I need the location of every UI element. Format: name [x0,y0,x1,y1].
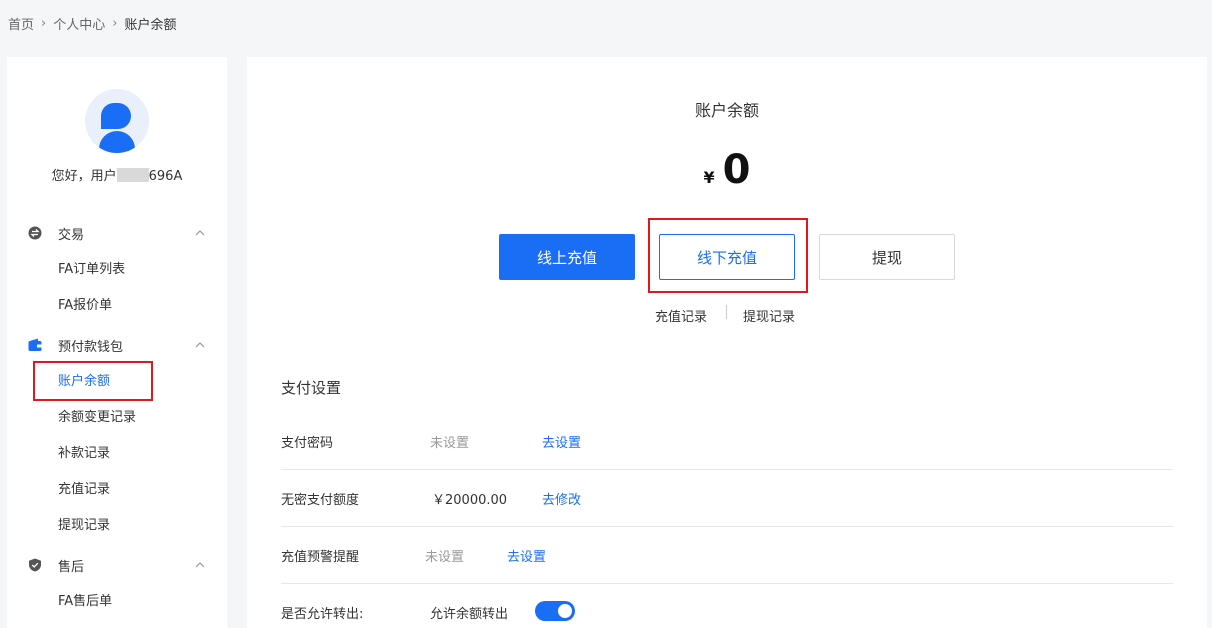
currency-symbol: ¥ [703,168,715,187]
allow-transfer-row: 是否允许转出: 允许余额转出 [281,584,1173,628]
balance-title: 账户余额 [694,101,759,120]
highlight-box-sidebar [33,361,153,401]
sidebar-group-label: 售后 [58,559,85,575]
recharge-records-link[interactable]: 充值记录 [655,306,707,325]
chevron-up-icon[interactable] [195,560,205,570]
balance-value: 0 [722,147,751,193]
breadcrumb: 首页 › 个人中心 › 账户余额 [8,13,176,33]
chevron-up-icon[interactable] [195,340,205,350]
sidebar-item-supplement-records[interactable]: 补款记录 [58,444,110,464]
greeting-suffix: 696A [148,169,183,184]
toggle-knob [558,604,572,618]
sidebar-item-fa-order-list[interactable]: FA订单列表 [58,260,125,280]
withdraw-records-link[interactable]: 提现记录 [743,306,795,325]
row-value: 未设置 [425,550,465,565]
row-label: 支付密码 [281,436,334,451]
passwordless-limit-row: 无密支付额度 ￥20000.00 去修改 [281,470,1173,527]
recharge-alert-row: 充值预警提醒 未设置 去设置 [281,527,1173,584]
avatar-body-shape [99,131,135,153]
row-value: 允许余额转出 [430,607,509,622]
sidebar-item-fa-after-sales[interactable]: FA售后单 [58,592,112,612]
sidebar-item-recharge-records[interactable]: 充值记录 [58,480,110,500]
sidebar-group-after-sales[interactable]: 售后 [7,547,227,583]
breadcrumb-home[interactable]: 首页 [8,14,34,33]
online-recharge-button[interactable]: 线上充值 [499,234,635,280]
payment-password-row: 支付密码 未设置 去设置 [281,413,1173,470]
sidebar-item-withdraw-records[interactable]: 提现记录 [58,516,110,536]
link-divider [726,305,727,319]
wallet-icon [28,338,42,351]
sidebar: 您好，用户 696A 交易 FA订单列表 FA报价单 预付款钱包 账户余额 余额变… [7,57,227,628]
modify-limit-link[interactable]: 去修改 [542,489,581,508]
sidebar-item-balance-change-records[interactable]: 余额变更记录 [58,408,136,428]
breadcrumb-personal-center[interactable]: 个人中心 [53,14,105,33]
breadcrumb-current: 账户余额 [124,17,177,33]
row-label: 无密支付额度 [281,493,360,508]
sidebar-group-label: 预付款钱包 [58,339,124,355]
main-panel: 账户余额 ¥0 线上充值 线下充值 提现 充值记录 提现记录 支付设置 支付密码… [247,57,1207,628]
set-recharge-alert-link[interactable]: 去设置 [507,546,546,565]
allow-transfer-toggle[interactable] [535,601,575,621]
chevron-up-icon[interactable] [195,228,205,238]
avatar[interactable] [85,89,149,153]
sidebar-group-label: 交易 [58,227,85,243]
row-value: 未设置 [430,436,470,451]
row-value: ￥20000.00 [432,493,508,508]
breadcrumb-separator: › [41,15,47,31]
greeting-prefix: 您好，用户 [51,169,117,184]
sidebar-item-fa-quote[interactable]: FA报价单 [58,296,112,316]
set-payment-password-link[interactable]: 去设置 [542,432,581,451]
avatar-head-shape [101,103,131,129]
user-greeting: 您好，用户 696A [7,165,227,184]
highlight-box-offline-recharge [648,218,808,293]
sidebar-group-wallet[interactable]: 预付款钱包 [7,327,227,363]
balance-amount: ¥0 [247,147,1207,193]
sidebar-group-transaction[interactable]: 交易 [7,215,227,251]
masked-username [116,168,149,182]
breadcrumb-separator: › [112,15,118,31]
shield-icon [29,558,41,572]
withdraw-button[interactable]: 提现 [819,234,955,280]
row-label: 是否允许转出: [281,607,364,622]
transaction-icon [28,226,42,240]
payment-settings-title: 支付设置 [281,379,342,397]
row-label: 充值预警提醒 [281,550,360,565]
